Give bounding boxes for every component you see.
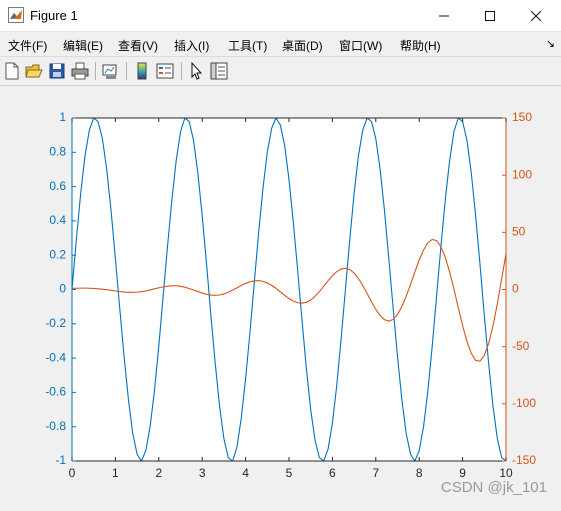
left-y-tick-label: 0.4 — [49, 213, 66, 227]
axes-background — [72, 118, 506, 461]
left-y-tick-label: -0.2 — [45, 316, 66, 330]
left-y-tick-label: -1 — [55, 453, 66, 467]
x-tick-label: 8 — [416, 466, 423, 480]
watermark: CSDN @jk_101 — [440, 479, 547, 496]
menu-view[interactable]: 查看(V) — [118, 37, 158, 54]
right-y-tick-label: -50 — [512, 339, 530, 353]
right-y-tick-label: -100 — [512, 396, 536, 410]
menu-desktop[interactable]: 桌面(D) — [282, 37, 323, 54]
left-y-tick-label: 1 — [59, 110, 66, 124]
x-tick-label: 3 — [199, 466, 206, 480]
left-y-tick-label: -0.8 — [45, 419, 66, 433]
new-figure-icon[interactable] — [2, 61, 22, 81]
right-y-tick-label: 50 — [512, 225, 526, 239]
figure-canvas: 0 1 2 3 4 5 6 7 8 9 10 -1 -0.8 -0.6 -0.4 -0.2 0 0.2 0.4 0.6… — [0, 86, 561, 506]
legend-icon[interactable] — [155, 61, 175, 81]
property-inspector-icon[interactable] — [209, 61, 229, 81]
left-y-tick-label: 0.2 — [49, 247, 66, 261]
left-y-tick-label: 0 — [59, 282, 66, 296]
link-plot-icon[interactable] — [100, 61, 120, 81]
dock-arrow-icon[interactable]: ↘ — [546, 37, 555, 50]
x-tick-label: 7 — [372, 466, 379, 480]
figure-toolbar — [0, 56, 561, 86]
edit-plot-arrow-icon[interactable] — [187, 61, 207, 81]
menu-help[interactable]: 帮助(H) — [400, 37, 441, 54]
x-tick-label: 2 — [155, 466, 162, 480]
maximize-button[interactable] — [467, 0, 513, 31]
left-y-tick-label: -0.4 — [45, 350, 66, 364]
window-titlebar: Figure 1 — [0, 0, 561, 32]
window-title: Figure 1 — [30, 8, 78, 23]
left-y-tick-label: 0.8 — [49, 144, 66, 158]
menu-insert[interactable]: 插入(I) — [174, 37, 209, 54]
toolbar-separator — [126, 62, 127, 80]
right-y-tick-label: 150 — [512, 110, 532, 124]
x-tick-label: 1 — [112, 466, 119, 480]
maximize-icon — [485, 10, 495, 21]
close-icon — [530, 10, 542, 21]
close-button[interactable] — [513, 0, 559, 31]
menu-edit[interactable]: 编辑(E) — [63, 37, 103, 54]
x-tick-label: 6 — [329, 466, 336, 480]
right-y-tick-label: 100 — [512, 167, 532, 181]
right-y-tick-label: -150 — [512, 453, 536, 467]
menu-window[interactable]: 窗口(W) — [339, 37, 382, 54]
x-tick-label: 4 — [242, 466, 249, 480]
save-icon[interactable] — [47, 61, 67, 81]
matlab-app-icon — [8, 7, 24, 23]
minimize-button[interactable] — [421, 0, 467, 31]
menu-file[interactable]: 文件(F) — [8, 37, 47, 54]
plot-svg[interactable]: 0 1 2 3 4 5 6 7 8 9 10-1-0.8-0.6-0.4-0.200.20.40.6… — [0, 86, 561, 506]
left-y-tick-label: -0.6 — [45, 385, 66, 399]
x-tick-label: 0 — [69, 466, 76, 480]
x-tick-label: 5 — [286, 466, 293, 480]
colorbar-icon[interactable] — [132, 61, 152, 81]
right-y-tick-label: 0 — [512, 282, 519, 296]
menu-tools[interactable]: 工具(T) — [228, 37, 267, 54]
left-y-tick-label: 0.6 — [49, 179, 66, 193]
toolbar-separator — [181, 62, 182, 80]
menu-bar: 文件(F) 编辑(E) 查看(V) 插入(I) 工具(T) 桌面(D) 窗口(W… — [0, 32, 561, 56]
minimize-icon — [439, 15, 449, 16]
print-icon[interactable] — [70, 61, 90, 81]
toolbar-separator — [95, 62, 96, 80]
open-folder-icon[interactable] — [24, 61, 44, 81]
